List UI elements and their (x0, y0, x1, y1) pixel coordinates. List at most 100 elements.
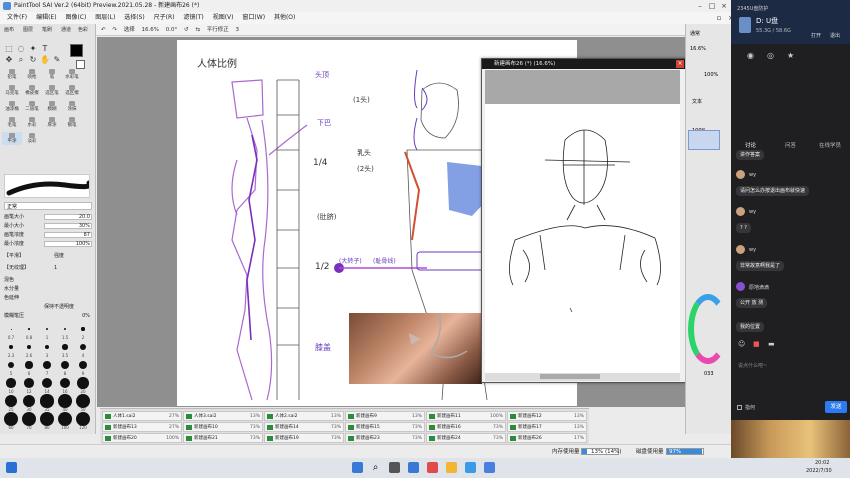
brush-bucket[interactable]: 油漆桶 (2, 100, 22, 113)
star-icon[interactable]: ★ (787, 51, 794, 60)
prop-color-stretch[interactable]: 色延伸 (4, 294, 92, 302)
eyedropper-icon[interactable]: ✎ (52, 55, 62, 65)
brush-size-preset[interactable]: 35 (38, 394, 56, 412)
file-tab[interactable]: 新建画布20 100% (102, 433, 182, 443)
file-tab[interactable]: 新建画布21 73% (183, 433, 263, 443)
gift-small-icon[interactable]: ■ (753, 340, 760, 348)
file-tab[interactable]: 人体2.sai2 13% (264, 411, 344, 421)
brush-watercolor[interactable]: 水彩笔 (62, 68, 82, 81)
tab-color[interactable]: 色彩 (78, 26, 88, 34)
brush-marker[interactable]: 马克笔 (2, 84, 22, 97)
browser-icon[interactable] (408, 462, 419, 473)
tab-brush[interactable]: 笔刷 (42, 26, 52, 34)
brush-size-preset[interactable]: 2.6 (20, 340, 38, 358)
brush-size-preset[interactable]: 80 (38, 412, 56, 430)
prop-min-size[interactable]: 最小大小 30% (4, 222, 92, 230)
menu-window[interactable]: 窗口(W) (242, 12, 265, 24)
sub-scrollbar[interactable] (485, 373, 680, 381)
lasso-icon[interactable]: ◌ (16, 44, 26, 54)
tab-qa[interactable]: 问答 (785, 141, 796, 149)
select-rect-icon[interactable]: ⬚ (4, 44, 14, 54)
flip-icon[interactable]: ⇆ (195, 24, 200, 35)
share-icon[interactable]: ◎ (767, 51, 774, 60)
send-button[interactable]: 发送 (825, 401, 847, 413)
file-tab[interactable]: 人体3.sai2 13% (183, 411, 263, 421)
prop-min-density[interactable]: 最小浓度 100% (4, 240, 92, 248)
brush-size-preset[interactable]: 10 (2, 376, 20, 394)
minimize-icon[interactable]: – (695, 1, 705, 11)
file-tab[interactable]: 新建画布10 73% (183, 422, 263, 432)
stabilizer-value[interactable]: 3 (235, 24, 239, 35)
brush-size-preset[interactable]: 2 (74, 322, 92, 340)
usb-eject-button[interactable]: 退出 (830, 32, 840, 39)
emoji-icon[interactable]: ☺ (738, 340, 745, 348)
file-tab[interactable]: 新建画布26 17% (507, 433, 587, 443)
brush-pen[interactable]: 笔 (42, 68, 62, 81)
menu-select[interactable]: 选择(S) (124, 12, 145, 24)
file-tab[interactable]: 新建画布19 73% (264, 433, 344, 443)
menu-view[interactable]: 视图(V) (213, 12, 234, 24)
rotate-reset-icon[interactable]: ↺ (184, 24, 189, 35)
maximize-icon[interactable]: □ (707, 1, 717, 11)
brush-size-preset[interactable]: 3 (38, 340, 56, 358)
brush-binary[interactable]: 二值笔 (22, 100, 42, 113)
brush-size-preset[interactable]: 100 (56, 412, 74, 430)
file-tab[interactable]: 新建画布14 73% (264, 422, 344, 432)
brush-size-preset[interactable]: 50 (74, 394, 92, 412)
file-tab[interactable]: 新建画布24 73% (426, 433, 506, 443)
brush-eraser[interactable]: 橡皮擦 (22, 84, 42, 97)
task-view-icon[interactable] (389, 462, 400, 473)
file-tab[interactable]: 新建画布9 13% (345, 411, 425, 421)
move-icon[interactable]: ✥ (4, 55, 14, 65)
brush-water[interactable]: 水彩 (22, 116, 42, 129)
brush-select-eraser[interactable]: 选区擦 (62, 84, 82, 97)
prop-texture[interactable]: 【无纹理】 1 (4, 264, 92, 272)
brush-smudge[interactable]: 涂抹 (62, 100, 82, 113)
clock-time[interactable]: 20:02 (815, 460, 829, 466)
store-icon[interactable] (465, 462, 476, 473)
brush-size-preset[interactable]: 1 (38, 322, 56, 340)
brush-size-preset[interactable]: 25 (2, 394, 20, 412)
zoom-icon[interactable]: ⌕ (16, 55, 26, 65)
menu-layer[interactable]: 图层(L) (95, 12, 115, 24)
brush-size-preset[interactable]: 3.5 (56, 340, 74, 358)
rotate-icon[interactable]: ↻ (28, 55, 38, 65)
zoom-level[interactable]: 16.6% (141, 24, 158, 35)
gift-icon[interactable]: ◉ (747, 51, 754, 60)
brush-size-preset[interactable]: 30 (20, 394, 38, 412)
brush-size-preset[interactable]: 14 (38, 376, 56, 394)
file-tab[interactable]: 新建画布15 73% (345, 422, 425, 432)
brush-wash[interactable]: 淡彩 (22, 132, 42, 145)
brush-pencil[interactable]: 铅笔 (2, 68, 22, 81)
explorer-icon[interactable] (446, 462, 457, 473)
brush-size-preset[interactable]: 5 (2, 358, 20, 376)
file-tab[interactable]: 新建画布11 100% (426, 411, 506, 421)
search-icon[interactable]: ⌕ (370, 462, 381, 473)
redo-icon[interactable]: ↷ (112, 24, 117, 35)
rotate-angle[interactable]: 0.0° (166, 24, 178, 35)
prop-water[interactable]: 水分量 (4, 285, 92, 293)
sai-app-icon[interactable] (427, 462, 438, 473)
file-tab[interactable]: 新建画布12 13% (507, 411, 587, 421)
brush-size-preset[interactable]: 20 (74, 376, 92, 394)
tab-discussion[interactable]: 讨论 (745, 141, 756, 149)
prop-blur-pressure[interactable]: 模糊笔压 0% (4, 312, 92, 320)
sub-canvas[interactable] (485, 70, 680, 373)
brush-select-pen[interactable]: 选区笔 (42, 84, 62, 97)
floating-canvas-window[interactable]: 新建画布26 (*) (16.6%) × (481, 58, 688, 383)
magic-wand-icon[interactable]: ✦ (28, 44, 38, 54)
brush-size-preset[interactable]: 2.3 (2, 340, 20, 358)
prop-size[interactable]: 画笔大小 20.0 (4, 213, 92, 221)
file-tab[interactable]: 新建画布17 13% (507, 422, 587, 432)
keep-opacity-checkbox[interactable]: 保持不透明度 (4, 303, 92, 311)
brush-brush[interactable]: 毛笔 (2, 116, 22, 129)
tab-layer[interactable]: 图层 (23, 26, 33, 34)
start-icon[interactable] (352, 462, 363, 473)
brush-size-preset[interactable]: 120 (74, 412, 92, 430)
file-tab[interactable]: 新建画布13 27% (102, 422, 182, 432)
usb-open-button[interactable]: 打开 (811, 32, 821, 39)
brush-size-preset[interactable]: 40 (56, 394, 74, 412)
layer-mode[interactable]: 通常 (690, 30, 700, 37)
clock-date[interactable]: 2022/7/30 (806, 468, 832, 474)
brush-blur[interactable]: 模糊 (42, 100, 62, 113)
